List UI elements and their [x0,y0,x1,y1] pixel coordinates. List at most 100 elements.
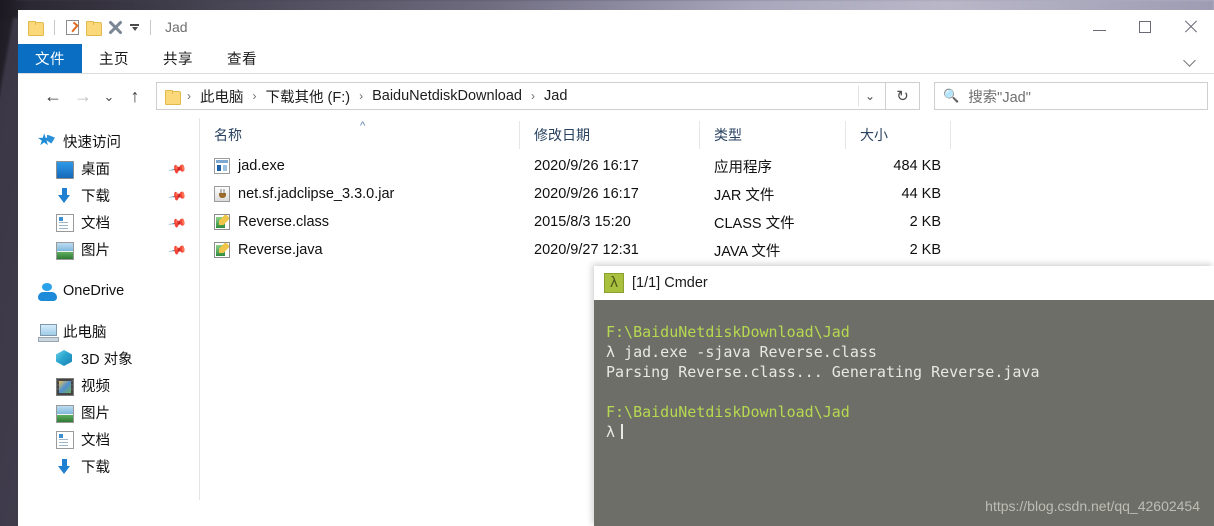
quick-access-star-icon [37,130,56,151]
cmder-terminal-window[interactable]: λ [1/1] Cmder F:\BaiduNetdiskDownload\Ja… [594,266,1214,526]
sidebar-item-label: 此电脑 [63,325,107,341]
sidebar-item-this-pc[interactable]: 此电脑 [18,318,199,345]
sidebar-item-pictures-pc[interactable]: 图片 [18,399,199,426]
folder-icon[interactable] [28,20,44,36]
this-pc-icon [38,323,59,342]
sort-indicator: ^ [360,120,366,132]
search-box[interactable]: 🔍 搜索"Jad" [934,82,1208,110]
tab-file[interactable]: 文件 [18,44,82,73]
breadcrumb-item-this-pc[interactable]: 此电脑 [198,86,246,107]
file-size-cell: 484 KB [893,158,941,174]
file-name-cell[interactable]: Reverse.java [200,242,520,258]
sidebar-item-documents[interactable]: 文档 📌 [18,209,199,236]
table-row[interactable]: Reverse.java 2020/9/27 12:31 JAVA 文件 2 K… [200,236,1214,264]
toolbar-divider [54,19,55,35]
search-input[interactable]: 搜索"Jad" [968,86,1031,107]
downloads-icon [56,187,74,205]
column-header-pad [951,121,1011,149]
pin-icon[interactable]: 📌 [167,158,187,178]
maximize-button[interactable] [1122,10,1168,44]
customize-dropdown-icon[interactable] [130,23,139,32]
terminal-tab-label[interactable]: [1/1] Cmder [632,275,708,291]
sidebar-item-downloads-pc[interactable]: 下载 [18,453,199,480]
watermark: https://blog.csdn.net/qq_42602454 [985,498,1200,514]
pin-icon[interactable]: 📌 [167,239,187,259]
terminal-output[interactable]: F:\BaiduNetdiskDownload\Jad λ jad.exe -s… [594,300,1214,526]
breadcrumb-item-drive-f[interactable]: 下载其他 (F:) [264,86,353,107]
3d-objects-icon [56,350,74,368]
sidebar-item-label: 桌面 [81,162,110,178]
file-date-cell: 2020/9/26 16:17 [534,186,639,202]
tab-home[interactable]: 主页 [82,44,146,73]
terminal-tab-bar: λ [1/1] Cmder [594,266,1214,300]
breadcrumb-separator-2[interactable]: › [352,89,370,103]
tab-share[interactable]: 共享 [146,44,210,73]
table-row[interactable]: Reverse.class 2015/8/3 15:20 CLASS 文件 2 … [200,208,1214,236]
recent-locations-button[interactable]: ⌄ [98,81,120,111]
file-date-cell: 2020/9/26 16:17 [534,158,639,174]
terminal-prompt-symbol: λ [606,423,616,441]
videos-icon [56,377,74,396]
pictures-icon [56,241,74,260]
sidebar-item-desktop[interactable]: 桌面 📌 [18,155,199,182]
refresh-button[interactable]: ↻ [886,82,920,110]
sidebar-item-label: 文档 [81,433,110,449]
sidebar-item-onedrive[interactable]: OneDrive [18,277,199,304]
minimize-button[interactable] [1076,10,1122,44]
pin-icon[interactable]: 📌 [167,185,187,205]
close-icon [1184,20,1198,34]
breadcrumb-separator-0[interactable]: › [180,89,198,103]
file-type-cell: CLASS 文件 [714,215,795,232]
address-bar: ← → ⌄ ↑ › 此电脑 › 下载其他 (F:) › BaiduNetdisk… [18,74,1214,118]
sidebar-item-downloads[interactable]: 下载 📌 [18,182,199,209]
sidebar-item-documents-pc[interactable]: 文档 [18,426,199,453]
terminal-prompt-line: λ [606,422,1214,442]
delete-icon[interactable] [108,20,123,35]
pin-icon[interactable]: 📌 [167,212,187,232]
ribbon-expand-button[interactable] [1174,44,1206,74]
chevron-down-icon [1185,54,1196,65]
sidebar-item-3d-objects[interactable]: 3D 对象 [18,345,199,372]
terminal-cursor [621,424,624,439]
forward-button[interactable]: → [68,81,98,111]
file-name-cell[interactable]: net.sf.jadclipse_3.3.0.jar [200,186,520,202]
properties-icon[interactable] [66,19,79,35]
sidebar-item-quick-access[interactable]: 快速访问 [18,128,199,155]
file-name: jad.exe [238,158,285,174]
documents-icon [56,431,74,449]
pictures-icon [56,404,74,423]
sidebar-item-pictures[interactable]: 图片 📌 [18,236,199,263]
column-header-type[interactable]: 类型 [700,121,846,149]
close-button[interactable] [1168,10,1214,44]
table-row[interactable]: net.sf.jadclipse_3.3.0.jar 2020/9/26 16:… [200,180,1214,208]
onedrive-cloud-icon [38,283,57,301]
up-button[interactable]: ↑ [120,81,150,111]
java-file-icon [214,214,230,230]
file-size-cell: 44 KB [901,186,942,202]
sidebar-item-label: 下载 [81,189,110,205]
tab-view[interactable]: 查看 [210,44,274,73]
file-list-header: ^ 名称 修改日期 类型 大小 [200,118,1214,152]
sidebar-item-label: OneDrive [63,282,125,299]
sidebar-item-videos[interactable]: 视频 [18,372,199,399]
new-folder-icon[interactable] [86,20,102,36]
column-header-date[interactable]: 修改日期 [520,121,700,149]
file-name: Reverse.java [238,242,323,258]
breadcrumb-item-jad[interactable]: Jad [542,88,569,104]
sidebar-item-label: 下载 [81,460,110,476]
back-button[interactable]: ← [38,81,68,111]
address-dropdown-icon[interactable]: ⌄ [857,86,881,106]
breadcrumb-bar[interactable]: › 此电脑 › 下载其他 (F:) › BaiduNetdiskDownload… [156,82,886,110]
breadcrumb-separator-3[interactable]: › [524,89,542,103]
breadcrumb-item-baidunetdiskdownload[interactable]: BaiduNetdiskDownload [370,88,524,104]
jar-file-icon [214,186,230,202]
breadcrumb-folder-icon[interactable] [165,89,181,105]
file-name: Reverse.class [238,214,330,230]
column-header-size[interactable]: 大小 [846,121,951,149]
table-row[interactable]: jad.exe 2020/9/26 16:17 应用程序 484 KB [200,152,1214,180]
file-name-cell[interactable]: Reverse.class [200,214,520,230]
minimize-icon [1092,29,1106,31]
breadcrumb-separator-1[interactable]: › [246,89,264,103]
toolbar-divider-2 [150,19,151,35]
file-name-cell[interactable]: jad.exe [200,158,520,174]
